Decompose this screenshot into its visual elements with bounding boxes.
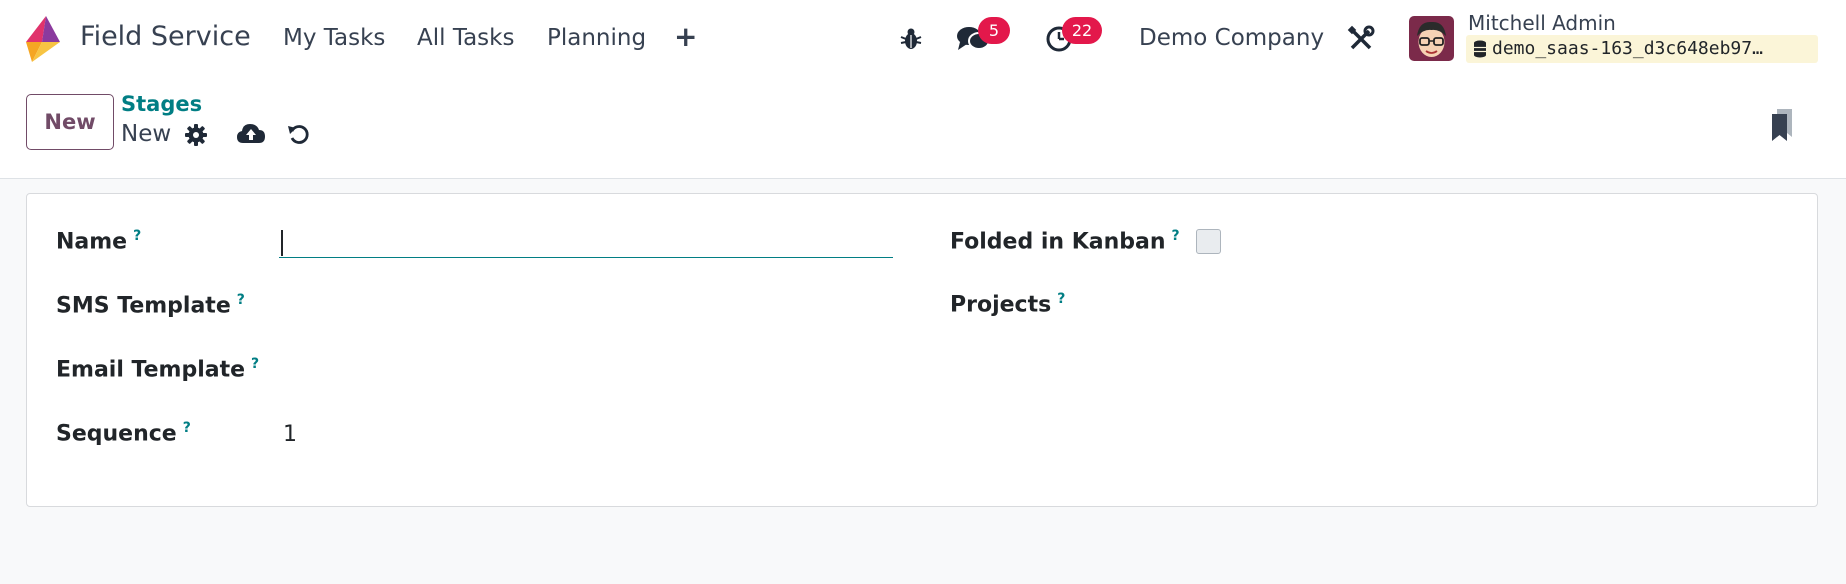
menu-my-tasks[interactable]: My Tasks <box>283 25 385 51</box>
breadcrumb-stages[interactable]: Stages <box>121 92 202 116</box>
menu-all-tasks[interactable]: All Tasks <box>417 25 514 51</box>
database-badge: demo_saas-163_d3c648eb97… <box>1466 35 1818 63</box>
email-template-label-text: Email Template <box>56 357 246 383</box>
bug-icon[interactable] <box>899 27 923 51</box>
menu-planning[interactable]: Planning <box>547 25 646 51</box>
form-sheet: Name? SMS Template? Email Template? Sequ… <box>26 193 1818 507</box>
company-switcher[interactable]: Demo Company <box>1139 25 1324 51</box>
sms-template-label: SMS Template? <box>56 292 245 318</box>
undo-icon[interactable] <box>287 122 311 146</box>
sequence-label: Sequence? <box>56 420 191 446</box>
sequence-value[interactable]: 1 <box>283 422 297 447</box>
database-name: demo_saas-163_d3c648eb97… <box>1492 38 1763 59</box>
folded-kanban-label: Folded in Kanban? <box>950 228 1180 254</box>
sms-template-label-text: SMS Template <box>56 293 231 319</box>
breadcrumb-current: New <box>121 121 172 147</box>
bookmark-icon[interactable] <box>1770 108 1794 142</box>
sequence-label-text: Sequence <box>56 421 177 447</box>
sms-template-help-icon[interactable]: ? <box>237 292 245 308</box>
control-panel: New Stages New <box>0 78 1846 179</box>
messages-badge: 5 <box>978 17 1010 44</box>
avatar[interactable] <box>1409 16 1454 61</box>
cloud-upload-icon[interactable] <box>236 122 266 146</box>
field-service-logo[interactable] <box>26 16 60 62</box>
folded-kanban-checkbox[interactable] <box>1196 229 1221 254</box>
top-navbar: Field Service My Tasks All Tasks Plannin… <box>0 0 1846 78</box>
text-cursor <box>281 230 283 256</box>
folded-kanban-help-icon[interactable]: ? <box>1172 228 1180 244</box>
gear-icon[interactable] <box>184 123 208 147</box>
projects-label: Projects? <box>950 291 1065 317</box>
projects-label-text: Projects <box>950 292 1052 318</box>
tools-icon[interactable] <box>1347 25 1375 53</box>
name-label: Name? <box>56 228 141 254</box>
name-help-icon[interactable]: ? <box>133 228 141 244</box>
activities-badge: 22 <box>1062 17 1102 44</box>
email-template-label: Email Template? <box>56 356 259 382</box>
new-button[interactable]: New <box>26 94 114 150</box>
user-name[interactable]: Mitchell Admin <box>1468 11 1616 35</box>
app-name[interactable]: Field Service <box>80 21 251 52</box>
name-input[interactable] <box>279 224 893 258</box>
folded-kanban-label-text: Folded in Kanban <box>950 229 1166 255</box>
sequence-help-icon[interactable]: ? <box>183 420 191 436</box>
name-label-text: Name <box>56 229 128 255</box>
email-template-help-icon[interactable]: ? <box>251 356 259 372</box>
add-menu-button[interactable]: + <box>674 20 697 53</box>
database-icon <box>1474 40 1486 58</box>
projects-help-icon[interactable]: ? <box>1057 291 1065 307</box>
